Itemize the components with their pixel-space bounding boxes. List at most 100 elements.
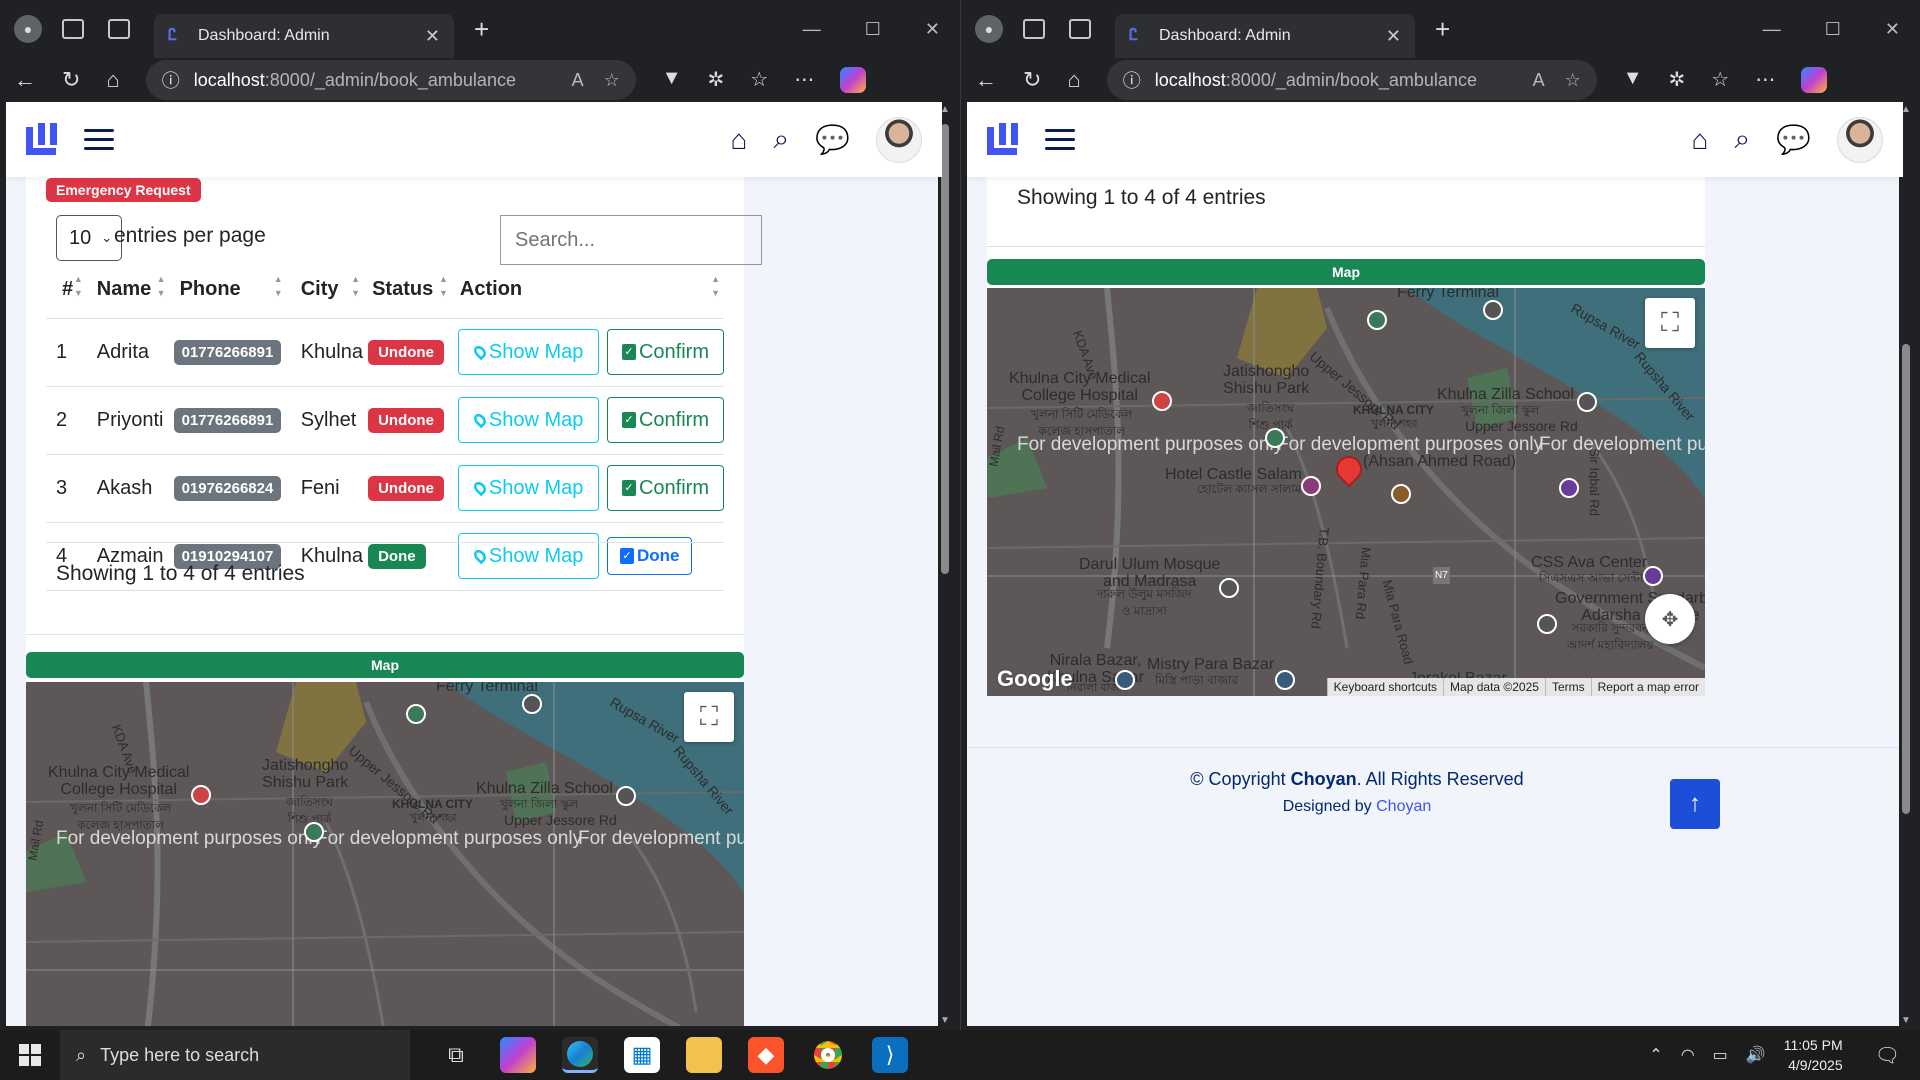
favorite-icon[interactable]: ☆ [1565, 70, 1581, 91]
vscode-icon[interactable]: ⟩ [872, 1037, 908, 1073]
start-button[interactable] [0, 1044, 60, 1066]
close-window-icon[interactable]: ✕ [1885, 19, 1900, 40]
search-icon[interactable]: ⌕ [1734, 123, 1750, 156]
designer-link[interactable]: Choyan [1376, 798, 1431, 815]
col-city[interactable]: City ▲ ▼ [286, 262, 365, 319]
task-view-icon[interactable]: ⧉ [438, 1037, 474, 1073]
map-poi-icon[interactable] [1577, 392, 1597, 412]
map-poi-icon[interactable] [1301, 476, 1321, 496]
map-attribution-link[interactable]: Map data ©2025 [1443, 678, 1545, 696]
map-poi-icon[interactable] [1483, 300, 1503, 320]
copilot-icon[interactable] [1801, 67, 1828, 93]
extensions-icon[interactable]: ✲ [708, 67, 725, 93]
col-action[interactable]: Action ▲ ▼ [451, 262, 724, 319]
back-to-top-button[interactable]: ↑ [1670, 779, 1720, 829]
home-icon[interactable]: ⌂ [731, 124, 748, 156]
more-icon[interactable]: ⋯ [794, 67, 814, 93]
new-tab-icon[interactable]: + [474, 14, 489, 45]
close-window-icon[interactable]: ✕ [925, 19, 940, 40]
brand-logo[interactable] [987, 122, 1023, 157]
map-poi-icon[interactable] [1275, 670, 1295, 690]
tab-actions-icon[interactable] [108, 19, 130, 39]
map-poi-icon[interactable] [1367, 310, 1387, 330]
search-icon[interactable]: ⌕ [773, 123, 789, 156]
favorites-icon[interactable]: ☆ [750, 67, 768, 93]
site-info-icon[interactable]: ⓘ [162, 67, 180, 93]
avatar[interactable] [876, 116, 922, 163]
location-map[interactable]: Ferry Terminal KDA Ave Upper Jessore Rd Rup… [26, 682, 744, 1026]
map-poi-icon[interactable] [1265, 428, 1285, 448]
map-poi-icon[interactable] [1219, 578, 1239, 598]
map-poi-icon[interactable] [406, 704, 426, 724]
show-map-button[interactable]: Show Map [457, 329, 600, 375]
file-explorer-icon[interactable] [686, 1037, 722, 1073]
avatar[interactable] [1837, 116, 1883, 163]
browser-tab[interactable]: Ꮭ Dashboard: Admin ✕ [1115, 14, 1415, 58]
close-tab-icon[interactable]: ✕ [425, 26, 440, 47]
home-nav-icon[interactable]: ⌂ [1067, 67, 1080, 93]
vpn-extension-icon[interactable]: ▼ [1623, 67, 1643, 93]
store-icon[interactable]: ▦ [624, 1037, 660, 1073]
map-poi-icon[interactable] [304, 822, 324, 842]
confirm-button[interactable]: ✓ Confirm [606, 465, 724, 511]
reload-icon[interactable]: ↻ [1023, 67, 1041, 93]
reload-icon[interactable]: ↻ [62, 67, 80, 93]
menu-toggle-icon[interactable] [1045, 129, 1075, 150]
battery-icon[interactable]: ▭ [1713, 1045, 1728, 1065]
col-status[interactable]: Status ▲ ▼ [364, 262, 452, 319]
vpn-extension-icon[interactable]: ▼ [662, 67, 682, 93]
copilot-app-icon[interactable] [500, 1037, 536, 1073]
col-name[interactable]: Name ▲ ▼ [86, 262, 170, 319]
show-map-button[interactable]: Show Map [457, 533, 600, 579]
map-poi-icon[interactable] [616, 786, 636, 806]
brave-icon[interactable]: ◆ [748, 1037, 784, 1073]
home-icon[interactable]: ⌂ [1692, 124, 1709, 156]
location-map[interactable]: Ferry Terminal KDA Ave Upper Jessore Rd Rup… [987, 288, 1705, 696]
map-poi-icon[interactable] [1559, 478, 1579, 498]
map-poi-icon[interactable] [191, 785, 211, 805]
col-num[interactable]: # ▲ ▼ [46, 262, 87, 319]
map-poi-icon[interactable] [522, 694, 542, 714]
col-phone[interactable]: Phone ▲ ▼ [169, 262, 287, 319]
brand-logo[interactable] [26, 122, 62, 157]
entries-select[interactable]: 10 ⌄ [56, 215, 122, 261]
chrome-icon[interactable] [810, 1037, 846, 1073]
url-field[interactable]: ⓘ localhost:8000/_admin/book_ambulance A… [1106, 60, 1597, 100]
more-icon[interactable]: ⋯ [1755, 67, 1775, 93]
taskbar-search[interactable]: ⌕ Type here to search [60, 1030, 410, 1080]
fullscreen-button[interactable]: ⛶ [1645, 298, 1695, 348]
volume-icon[interactable]: 🔊 [1746, 1045, 1766, 1065]
back-icon[interactable]: ← [975, 67, 997, 93]
scrollbar[interactable]: ▲ ▼ [1899, 104, 1913, 1026]
search-input[interactable]: Search... [500, 215, 762, 265]
show-map-button[interactable]: Show Map [457, 397, 600, 443]
extensions-icon[interactable]: ✲ [1669, 67, 1686, 93]
map-poi-icon[interactable] [1391, 484, 1411, 504]
scrollbar[interactable]: ▲ ▼ [938, 104, 952, 1026]
edge-icon[interactable] [562, 1037, 598, 1073]
scrollbar-thumb[interactable] [941, 124, 949, 574]
workspaces-icon[interactable] [62, 19, 84, 39]
site-info-icon[interactable]: ⓘ [1123, 67, 1141, 93]
profile-icon[interactable]: ● [14, 15, 42, 43]
chat-icon[interactable]: 💬 [1776, 123, 1811, 156]
read-aloud-icon[interactable]: A [572, 70, 584, 91]
home-nav-icon[interactable]: ⌂ [106, 67, 119, 93]
chevron-up-icon[interactable]: ⌃ [1649, 1045, 1662, 1065]
tab-actions-icon[interactable] [1069, 19, 1091, 39]
chat-icon[interactable]: 💬 [815, 123, 850, 156]
show-map-button[interactable]: Show Map [457, 465, 600, 511]
map-poi-icon[interactable] [1537, 614, 1557, 634]
clock[interactable]: 11:05 PM 4/9/2025 [1784, 1035, 1843, 1075]
wifi-icon[interactable]: ◠ [1681, 1045, 1695, 1065]
menu-toggle-icon[interactable] [84, 129, 114, 150]
back-icon[interactable]: ← [14, 67, 36, 93]
map-poi-icon[interactable] [1115, 670, 1135, 690]
map-poi-icon[interactable] [1643, 566, 1663, 586]
new-tab-icon[interactable]: + [1435, 14, 1450, 45]
read-aloud-icon[interactable]: A [1533, 70, 1545, 91]
confirm-button[interactable]: ✓ Confirm [606, 329, 724, 375]
profile-icon[interactable]: ● [975, 15, 1003, 43]
favorites-icon[interactable]: ☆ [1711, 67, 1729, 93]
browser-tab[interactable]: Ꮭ Dashboard: Admin ✕ [154, 14, 454, 58]
